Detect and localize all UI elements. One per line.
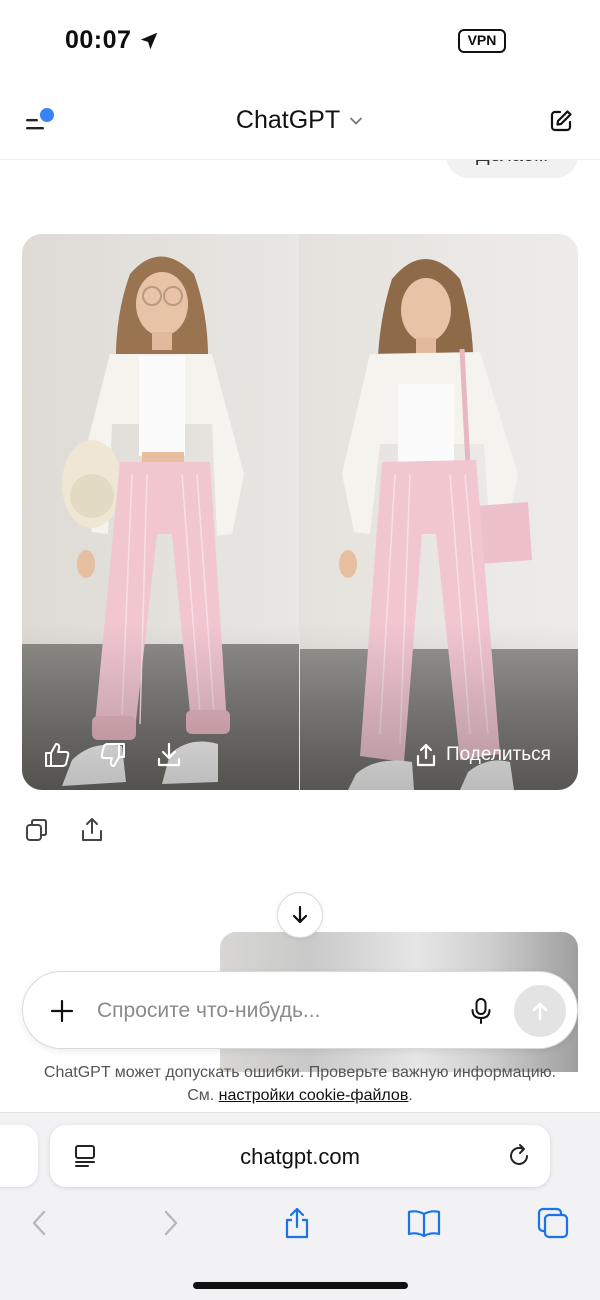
outfit-photo-with-backpack — [22, 234, 299, 790]
bookmarks-button[interactable] — [406, 1205, 442, 1241]
location-arrow-icon — [140, 32, 158, 50]
disclaimer-prefix: См. — [187, 1087, 215, 1104]
chevron-down-icon — [350, 117, 362, 124]
vpn-badge: VPN — [458, 29, 506, 53]
outfit-photo-with-handbag — [300, 234, 578, 790]
new-chat-edit-icon[interactable] — [548, 108, 574, 134]
plus-icon[interactable] — [49, 998, 75, 1024]
status-time: 00:07 — [65, 26, 132, 54]
app-header: ChatGPT — [0, 82, 600, 160]
disclaimer: ChatGPT может допускать ошибки. Проверьт… — [0, 1061, 600, 1107]
bookmarks-icon — [407, 1210, 441, 1238]
url-text: chatgpt.com — [240, 1144, 360, 1169]
arrow-up-icon — [532, 1002, 548, 1021]
arrow-down-icon — [292, 905, 308, 924]
address-bar[interactable]: chatgpt.com — [50, 1125, 550, 1187]
back-button[interactable] — [22, 1205, 58, 1241]
forward-icon — [164, 1210, 178, 1236]
disclaimer-suffix: . — [408, 1087, 413, 1104]
message-input[interactable] — [97, 994, 457, 1028]
share-icon[interactable] — [78, 816, 106, 844]
download-icon[interactable] — [154, 740, 184, 770]
browser-share-button[interactable] — [279, 1205, 315, 1241]
status-bar: 00:07 VPN — [0, 0, 600, 82]
share-icon — [285, 1207, 309, 1239]
user-message-bubble: Делаем — [446, 160, 578, 178]
send-button[interactable] — [514, 985, 566, 1037]
scroll-down-button[interactable] — [277, 892, 323, 938]
microphone-icon[interactable] — [469, 997, 493, 1025]
reload-icon[interactable] — [506, 1143, 532, 1169]
model-selector[interactable]: ChatGPT — [0, 106, 600, 135]
generated-image[interactable]: Поделиться — [22, 234, 578, 790]
forward-button[interactable] — [152, 1205, 188, 1241]
disclaimer-line2: См. настройки cookie-файлов. — [0, 1084, 600, 1107]
tabs-button[interactable] — [535, 1205, 571, 1241]
message-composer — [22, 971, 578, 1049]
app-title: ChatGPT — [235, 106, 341, 134]
cookie-settings-link[interactable]: настройки cookie-файлов — [219, 1087, 409, 1104]
back-icon — [32, 1210, 46, 1236]
share-icon — [416, 743, 436, 767]
thumbs-down-icon[interactable] — [98, 740, 128, 770]
disclaimer-line1: ChatGPT может допускать ошибки. Проверьт… — [43, 1064, 557, 1081]
thumbs-up-icon[interactable] — [42, 740, 72, 770]
tabs-icon — [537, 1207, 569, 1239]
previous-tab-preview[interactable] — [0, 1125, 38, 1187]
share-label: Поделиться — [446, 744, 551, 765]
browser-toolbar: chatgpt.com — [0, 1112, 600, 1300]
home-indicator — [193, 1282, 408, 1289]
share-image-button[interactable]: Поделиться — [414, 739, 551, 771]
copy-icon[interactable] — [23, 816, 51, 844]
